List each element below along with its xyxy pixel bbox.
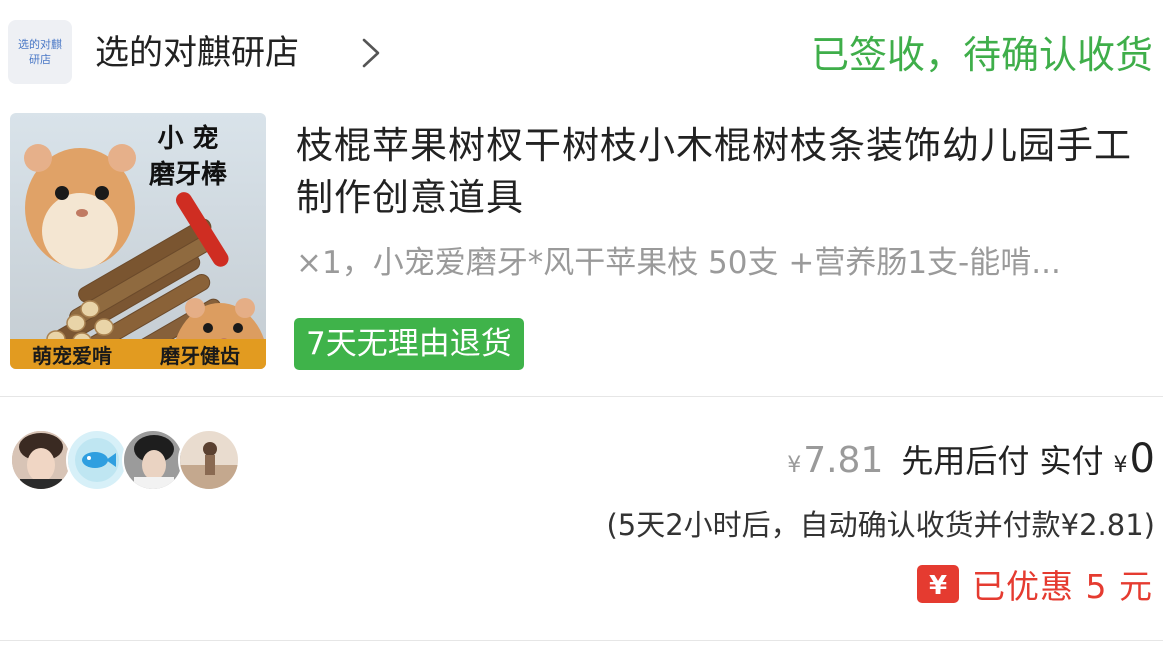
image-title-line2: 磨牙棒 — [149, 160, 228, 190]
svg-text:¥: ¥ — [929, 571, 947, 601]
return-policy-badge: 7天无理由退货 — [294, 318, 524, 370]
product-image[interactable]: 小 宠 磨牙棒 萌宠爱啃 磨牙健齿 — [10, 113, 266, 369]
avatar — [122, 429, 184, 491]
image-title-line1: 小 宠 — [157, 123, 218, 154]
divider — [0, 640, 1163, 641]
image-banner-left: 萌宠爱啃 — [32, 344, 112, 368]
image-banner-right: 磨牙健齿 — [160, 344, 240, 368]
discount-info[interactable]: ¥ 已优惠 5 元 — [916, 560, 1153, 608]
currency-symbol: ¥ — [1113, 453, 1128, 478]
product-sku: ×1，小宠爱磨牙*风干苹果枝 50支 +营养肠1支-能啃... — [296, 245, 1061, 281]
chevron-right-icon[interactable] — [358, 36, 384, 70]
auto-confirm-note: (5天2小时后，自动确认收货并付款¥2.81) — [606, 508, 1155, 542]
currency-symbol: ¥ — [787, 453, 802, 478]
product-title[interactable]: 枝棍苹果树杈干树枝小木棍树枝条装饰幼儿园手工制作创意道具 — [296, 120, 1146, 224]
paid-amount: 0 — [1129, 436, 1155, 482]
avatar — [178, 429, 240, 491]
shop-logo[interactable]: 选的对麒研店 — [8, 20, 72, 84]
shop-name[interactable]: 选的对麒研店 — [95, 27, 299, 79]
order-status: 已签收，待确认收货 — [810, 33, 1153, 77]
pay-later-label: 先用后付 实付 — [901, 442, 1104, 480]
avatar — [10, 429, 72, 491]
shop-logo-text: 选的对麒研店 — [18, 38, 62, 66]
discount-text: 已优惠 5 元 — [972, 567, 1153, 606]
avatar — [66, 429, 128, 491]
price-line: ¥ 7.81 先用后付 实付 ¥ 0 — [787, 436, 1155, 482]
divider — [0, 396, 1163, 397]
yen-coupon-icon: ¥ — [917, 565, 960, 603]
original-price: 7.81 — [803, 440, 884, 481]
